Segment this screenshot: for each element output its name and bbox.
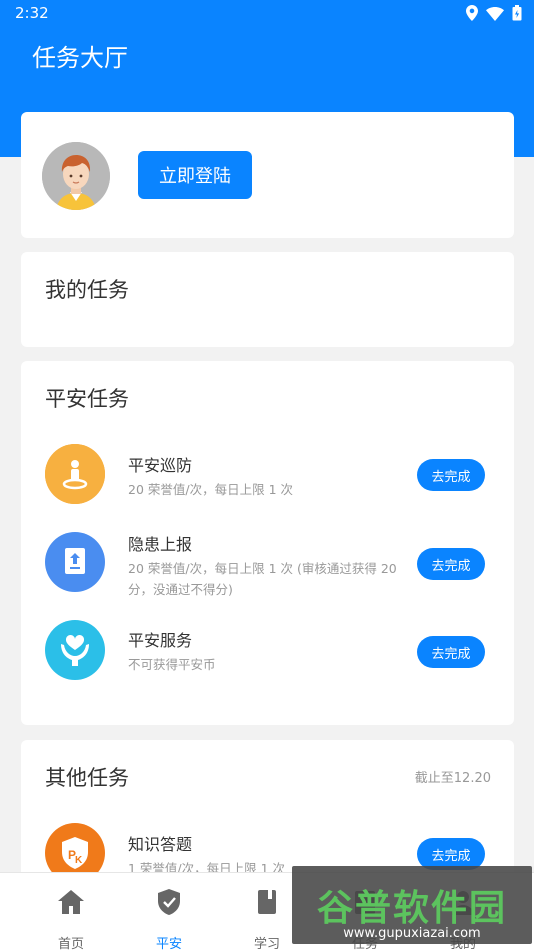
task-name: 平安巡防 (128, 456, 193, 475)
upload-report-icon (45, 532, 105, 592)
safe-tasks-title: 平安任务 (45, 387, 129, 411)
svg-text:K: K (75, 855, 83, 866)
location-icon (466, 5, 478, 25)
tab-label: 平安 (155, 937, 182, 950)
complete-button[interactable]: 去完成 (417, 548, 485, 580)
avatar (42, 142, 110, 210)
tab-label: 首页 (57, 937, 84, 950)
login-card: 立即登陆 (21, 112, 514, 238)
battery-icon (512, 5, 522, 25)
my-tasks-card: 我的任务 (21, 252, 514, 347)
watermark-text: 谷普软件园 (316, 888, 507, 929)
safe-tasks-card: 平安任务 平安巡防 20 荣誉值/次，每日上限 1 次 去完成 隐患上报 20 … (21, 361, 514, 725)
task-name: 隐患上报 (128, 535, 193, 554)
watermark-url: www.gupuxiazai.com (343, 926, 481, 941)
login-button[interactable]: 立即登陆 (138, 151, 252, 199)
wifi-icon (486, 6, 504, 25)
status-bar: 2:32 (0, 0, 534, 28)
book-icon (252, 887, 282, 917)
boy-avatar-icon (42, 142, 110, 210)
task-desc: 不可获得平安币 (128, 657, 216, 672)
home-icon (56, 887, 86, 917)
deadline-label: 截止至12.20 (414, 771, 491, 786)
status-icons (466, 5, 522, 25)
shield-icon (154, 887, 184, 917)
task-name: 平安服务 (128, 631, 193, 650)
watermark: 谷普软件园 www.gupuxiazai.com (292, 866, 532, 944)
page-title: 任务大厅 (32, 44, 128, 72)
complete-button[interactable]: 去完成 (417, 459, 485, 491)
task-desc: 20 荣誉值/次，每日上限 1 次 (审核通过获得 20 分，没通过不得分) (128, 561, 397, 597)
tab-safety[interactable]: 平安 (120, 873, 218, 950)
complete-button[interactable]: 去完成 (417, 636, 485, 668)
status-time: 2:32 (15, 4, 49, 22)
task-desc: 20 荣誉值/次，每日上限 1 次 (128, 482, 293, 497)
other-tasks-card: 其他任务 截止至12.20 P K 知识答题 1 荣誉值/次，每日上限 1 次 … (21, 740, 514, 883)
patrol-icon (45, 444, 105, 504)
my-tasks-title: 我的任务 (45, 278, 129, 302)
tab-home[interactable]: 首页 (22, 873, 120, 950)
heart-hands-icon (45, 620, 105, 680)
other-tasks-title: 其他任务 (45, 766, 129, 790)
task-name: 知识答题 (128, 835, 193, 854)
